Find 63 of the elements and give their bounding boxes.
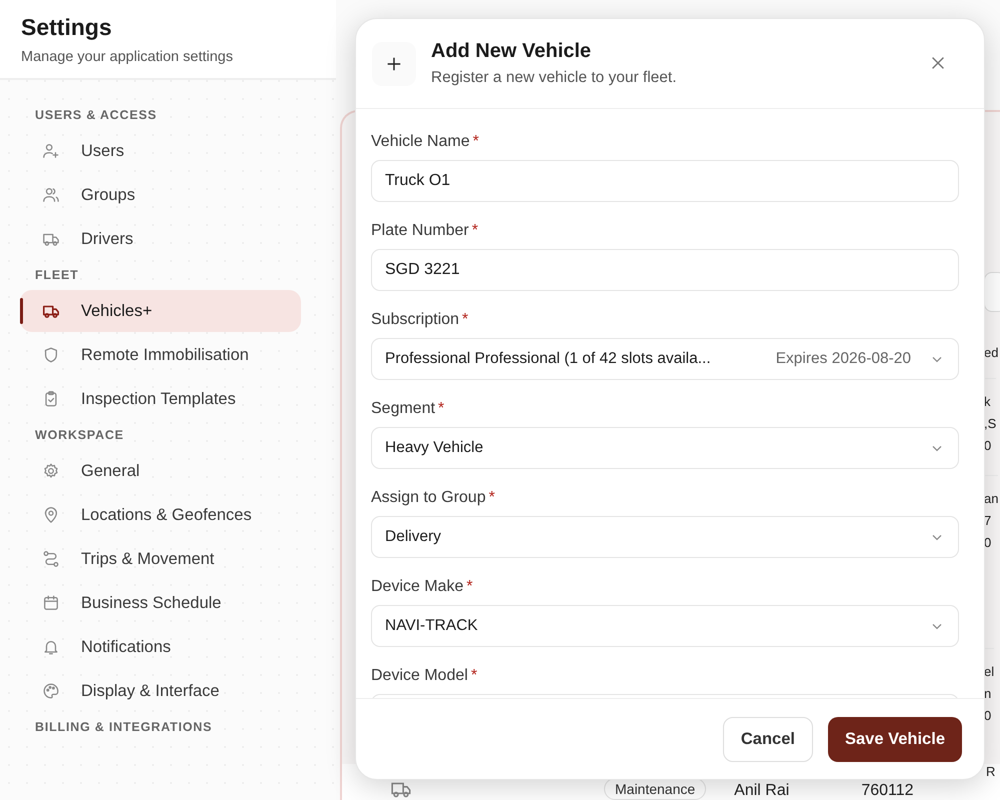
sidebar-item[interactable]: Inspection Templates (20, 378, 301, 420)
field-label: Device Make (371, 578, 464, 596)
user-plus-icon (42, 142, 60, 160)
field-label: Device Model (371, 667, 468, 685)
field-label: Subscription (371, 311, 460, 329)
required-asterisk: * (462, 311, 468, 329)
shield-icon (42, 346, 60, 364)
sidebar-item[interactable]: Remote Immobilisation (20, 334, 301, 376)
field-label: Segment (371, 400, 436, 418)
input-field[interactable]: SGD 3221 (371, 249, 959, 291)
save-button[interactable]: Save Vehicle (828, 716, 962, 762)
section-heading: BILLING & INTEGRATIONS (35, 720, 214, 736)
sidebar-item[interactable]: Trips & Movement (20, 538, 301, 580)
calendar-icon (42, 594, 60, 612)
table-cell-text: ,S (984, 415, 996, 433)
table-cell-text: 7 (984, 512, 992, 530)
map-pin-icon (42, 506, 60, 524)
table-cell-text: ed (984, 344, 998, 362)
field-label: Plate Number (371, 222, 469, 240)
gear-icon (42, 462, 60, 480)
dropdown-field[interactable]: Professional Professional (1 of 42 slots availa... Expires 2026-08-20 (371, 338, 959, 380)
palette-icon (42, 682, 60, 700)
section-heading: USERS & ACCESS (35, 108, 158, 124)
cancel-button[interactable]: Cancel (722, 716, 813, 762)
table-cell-text: R (986, 764, 996, 779)
table-cell-text: 760112 (861, 782, 914, 800)
dialog-title: Add New Vehicle (431, 40, 592, 63)
route-icon (42, 550, 60, 568)
dialog-subtitle: Register a new vehicle to your fleet. (431, 69, 678, 87)
section-heading: WORKSPACE (35, 428, 125, 444)
users-icon (42, 186, 60, 204)
required-asterisk: * (472, 133, 479, 151)
driver-name: Anil Rai (734, 782, 790, 800)
field-label: Assign to Group (371, 489, 486, 507)
table-cell-text: an (984, 490, 998, 508)
dropdown-field[interactable]: Delivery (371, 516, 959, 558)
required-asterisk: * (438, 400, 444, 418)
required-asterisk: * (472, 222, 478, 240)
table-cell-text: k (984, 393, 992, 411)
sidebar-item[interactable]: Display & Interface (20, 670, 301, 712)
sidebar-item[interactable]: Notifications (20, 626, 301, 668)
sidebar-item[interactable]: Drivers (20, 218, 301, 260)
page-title: Settings (21, 14, 113, 41)
bell-icon (42, 638, 60, 656)
dropdown-field[interactable]: Heavy Vehicle (371, 427, 959, 469)
section-heading: FLEET (35, 268, 80, 284)
table-cell-text: el (984, 663, 994, 681)
sidebar-item[interactable]: Business Schedule (20, 582, 301, 624)
dropdown-field[interactable]: NAVI-TRACK (371, 605, 959, 647)
sidebar-item[interactable]: Locations & Geofences (20, 494, 301, 536)
required-asterisk: * (488, 489, 495, 507)
sidebar-item[interactable]: General (20, 450, 301, 492)
required-asterisk: * (470, 667, 478, 685)
table-cell-text: n (984, 685, 992, 703)
sidebar-item[interactable]: Users (20, 130, 301, 172)
toolbar-button[interactable] (984, 272, 1000, 312)
plus-icon (372, 42, 416, 86)
sidebar-item[interactable]: Vehicles+ (20, 290, 301, 332)
page-subtitle: Manage your application settings (21, 49, 234, 65)
field-label: Vehicle Name (371, 133, 470, 151)
required-asterisk: * (466, 578, 473, 596)
input-field[interactable]: Truck O1 (371, 160, 959, 202)
sidebar-item[interactable]: Groups (20, 174, 301, 216)
